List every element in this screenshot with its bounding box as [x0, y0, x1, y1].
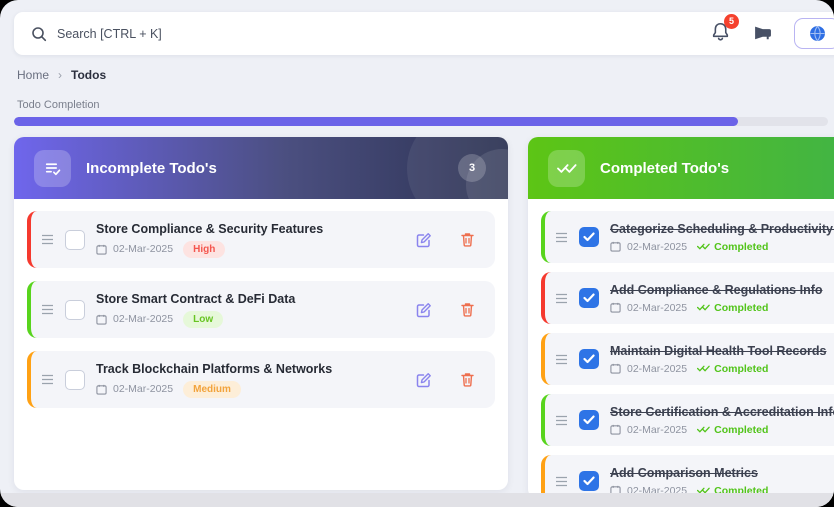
drag-handle-icon[interactable] [555, 476, 568, 487]
todo-checkbox[interactable] [579, 349, 599, 369]
todo-title: Add Comparison Metrics [610, 466, 834, 480]
list-check-icon [34, 150, 71, 187]
drag-handle-icon[interactable] [555, 415, 568, 426]
todo-date: 02-Mar-2025 [113, 243, 173, 255]
drag-handle-icon[interactable] [555, 232, 568, 243]
todo-title: Add Compliance & Regulations Info [610, 283, 834, 297]
completed-todos-title: Completed Todo's [600, 160, 729, 177]
horizontal-scrollbar[interactable] [0, 493, 834, 507]
todo-item: Maintain Digital Health Tool Records 02-… [541, 333, 834, 385]
completed-todos-header: Completed Todo's [528, 137, 834, 199]
todo-title: Store Smart Contract & DeFi Data [96, 292, 405, 306]
search-input[interactable]: Search [CTRL + K] [57, 27, 162, 41]
completed-status: Completed [697, 424, 768, 436]
incomplete-todos-card: Incomplete Todo's 3 Store Compliance & S… [14, 137, 508, 490]
search-bar[interactable]: Search [CTRL + K] 5 [14, 12, 834, 55]
calendar-icon [610, 241, 621, 252]
search-icon [31, 26, 47, 42]
todo-title: Maintain Digital Health Tool Records [610, 344, 834, 358]
todo-checkbox[interactable] [579, 471, 599, 491]
todo-item: Store Compliance & Security Features 02-… [27, 211, 495, 268]
todo-title: Store Compliance & Security Features [96, 222, 405, 236]
completed-status: Completed [697, 241, 768, 253]
todo-checkbox[interactable] [579, 227, 599, 247]
todo-item: Track Blockchain Platforms & Networks 02… [27, 351, 495, 408]
app-window: Search [CTRL + K] 5 Home › Todo [0, 0, 834, 507]
incomplete-count-badge: 3 [458, 154, 486, 182]
todo-completion-label: Todo Completion [17, 99, 100, 111]
todo-item: Store Certification & Accreditation Info… [541, 394, 834, 446]
drag-handle-icon[interactable] [555, 293, 568, 304]
announcements-button[interactable] [753, 24, 772, 43]
calendar-icon [96, 244, 107, 255]
delete-button[interactable] [460, 302, 475, 317]
todo-item: Add Compliance & Regulations Info 02-Mar… [541, 272, 834, 324]
todo-checkbox[interactable] [65, 230, 85, 250]
todo-title: Track Blockchain Platforms & Networks [96, 362, 405, 376]
calendar-icon [96, 314, 107, 325]
drag-handle-icon[interactable] [41, 374, 54, 385]
todo-date: 02-Mar-2025 [113, 383, 173, 395]
calendar-icon [610, 424, 621, 435]
priority-badge: Medium [183, 381, 241, 398]
edit-button[interactable] [416, 372, 432, 388]
todo-title: Categorize Scheduling & Productivity App… [610, 222, 834, 236]
drag-handle-icon[interactable] [41, 234, 54, 245]
notifications-button[interactable]: 5 [710, 21, 731, 47]
todo-item: Categorize Scheduling & Productivity App… [541, 211, 834, 263]
globe-icon [809, 25, 826, 42]
breadcrumb-separator: › [58, 68, 62, 82]
completed-todos-card: Completed Todo's Categorize Scheduling &… [528, 137, 834, 499]
calendar-icon [96, 384, 107, 395]
drag-handle-icon[interactable] [555, 354, 568, 365]
todo-title: Store Certification & Accreditation Info [610, 405, 834, 419]
priority-badge: Low [183, 311, 223, 328]
priority-badge: High [183, 241, 225, 258]
breadcrumb-home-link[interactable]: Home [17, 68, 49, 82]
todo-date: 02-Mar-2025 [627, 424, 687, 436]
todo-checkbox[interactable] [65, 370, 85, 390]
todo-checkbox[interactable] [579, 288, 599, 308]
todo-checkbox[interactable] [579, 410, 599, 430]
incomplete-todos-title: Incomplete Todo's [86, 160, 217, 177]
delete-button[interactable] [460, 232, 475, 247]
language-button[interactable] [794, 18, 834, 49]
notification-count-badge: 5 [724, 14, 739, 29]
todo-checkbox[interactable] [65, 300, 85, 320]
completed-status: Completed [697, 363, 768, 375]
todo-date: 02-Mar-2025 [627, 241, 687, 253]
edit-button[interactable] [416, 232, 432, 248]
todo-date: 02-Mar-2025 [113, 313, 173, 325]
breadcrumb-current: Todos [71, 68, 106, 82]
todo-item: Store Smart Contract & DeFi Data 02-Mar-… [27, 281, 495, 338]
todo-date: 02-Mar-2025 [627, 363, 687, 375]
breadcrumb: Home › Todos [17, 68, 106, 82]
completed-status: Completed [697, 302, 768, 314]
drag-handle-icon[interactable] [41, 304, 54, 315]
megaphone-icon [753, 24, 772, 43]
todo-completion-progressbar [14, 117, 828, 126]
edit-button[interactable] [416, 302, 432, 318]
todo-completion-progress-fill [14, 117, 738, 126]
incomplete-todos-header: Incomplete Todo's 3 [14, 137, 508, 199]
delete-button[interactable] [460, 372, 475, 387]
todo-date: 02-Mar-2025 [627, 302, 687, 314]
calendar-icon [610, 302, 621, 313]
calendar-icon [610, 363, 621, 374]
double-check-icon [548, 150, 585, 187]
